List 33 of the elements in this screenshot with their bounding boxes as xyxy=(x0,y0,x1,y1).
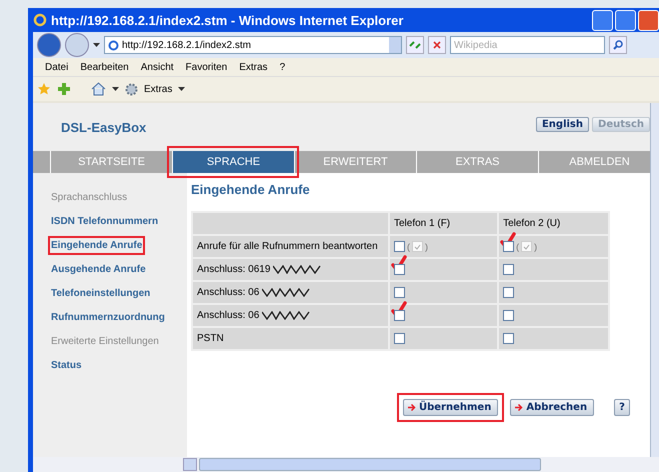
window-title: http://192.168.2.1/index2.stm - Windows Internet Explorer xyxy=(51,12,404,28)
sidebar-item[interactable]: Eingehende Anrufe xyxy=(48,236,146,255)
sidebar-item[interactable]: Status xyxy=(48,356,85,375)
row-label: Anschluss: 06 xyxy=(192,304,389,327)
language-button[interactable]: English xyxy=(536,116,590,132)
search-field[interactable]: Wikipedia xyxy=(450,36,605,54)
action-button[interactable]: Abbrechen xyxy=(510,399,594,416)
sidebar-item[interactable]: ISDN Telefonnummern xyxy=(48,212,162,231)
sidebar-item[interactable]: Rufnummernzuordnung xyxy=(48,308,168,327)
menu-item[interactable]: Datei xyxy=(45,62,68,72)
menu-item[interactable]: Favoriten xyxy=(186,62,228,72)
sidebar-item[interactable]: Ausgehende Anrufe xyxy=(48,260,149,279)
menu-item[interactable]: ? xyxy=(280,62,286,72)
row-label: Anschluss: 06 xyxy=(192,281,389,304)
row-label: PSTN xyxy=(192,327,389,350)
help-button[interactable]: ? xyxy=(614,399,630,416)
address-field[interactable]: http://192.168.2.1/index2.stm xyxy=(104,36,402,54)
action-button[interactable]: Übernehmen xyxy=(403,399,498,416)
column-header: Telefon 2 (U) xyxy=(498,212,609,235)
logo: DSL-EasyBox xyxy=(61,120,146,134)
menu-item[interactable]: Ansicht xyxy=(140,62,174,72)
menu-item[interactable]: Bearbeiten xyxy=(80,62,129,72)
sidebar-item[interactable]: Telefoneinstellungen xyxy=(48,284,154,303)
row-label: Anrufe für alle Rufnummern beantworten xyxy=(192,235,389,258)
tools-menu[interactable]: Extras xyxy=(144,84,172,94)
bracket: ) xyxy=(425,242,428,252)
page-heading: Eingehende Anrufe xyxy=(191,182,311,197)
column-header: Telefon 1 (F) xyxy=(389,212,498,235)
bracket: ) xyxy=(534,242,538,252)
menu-item[interactable]: Extras xyxy=(239,62,268,72)
bracket: ( xyxy=(407,242,410,252)
row-label: Anschluss: 0619 xyxy=(192,258,389,281)
bracket: ( xyxy=(516,242,520,252)
